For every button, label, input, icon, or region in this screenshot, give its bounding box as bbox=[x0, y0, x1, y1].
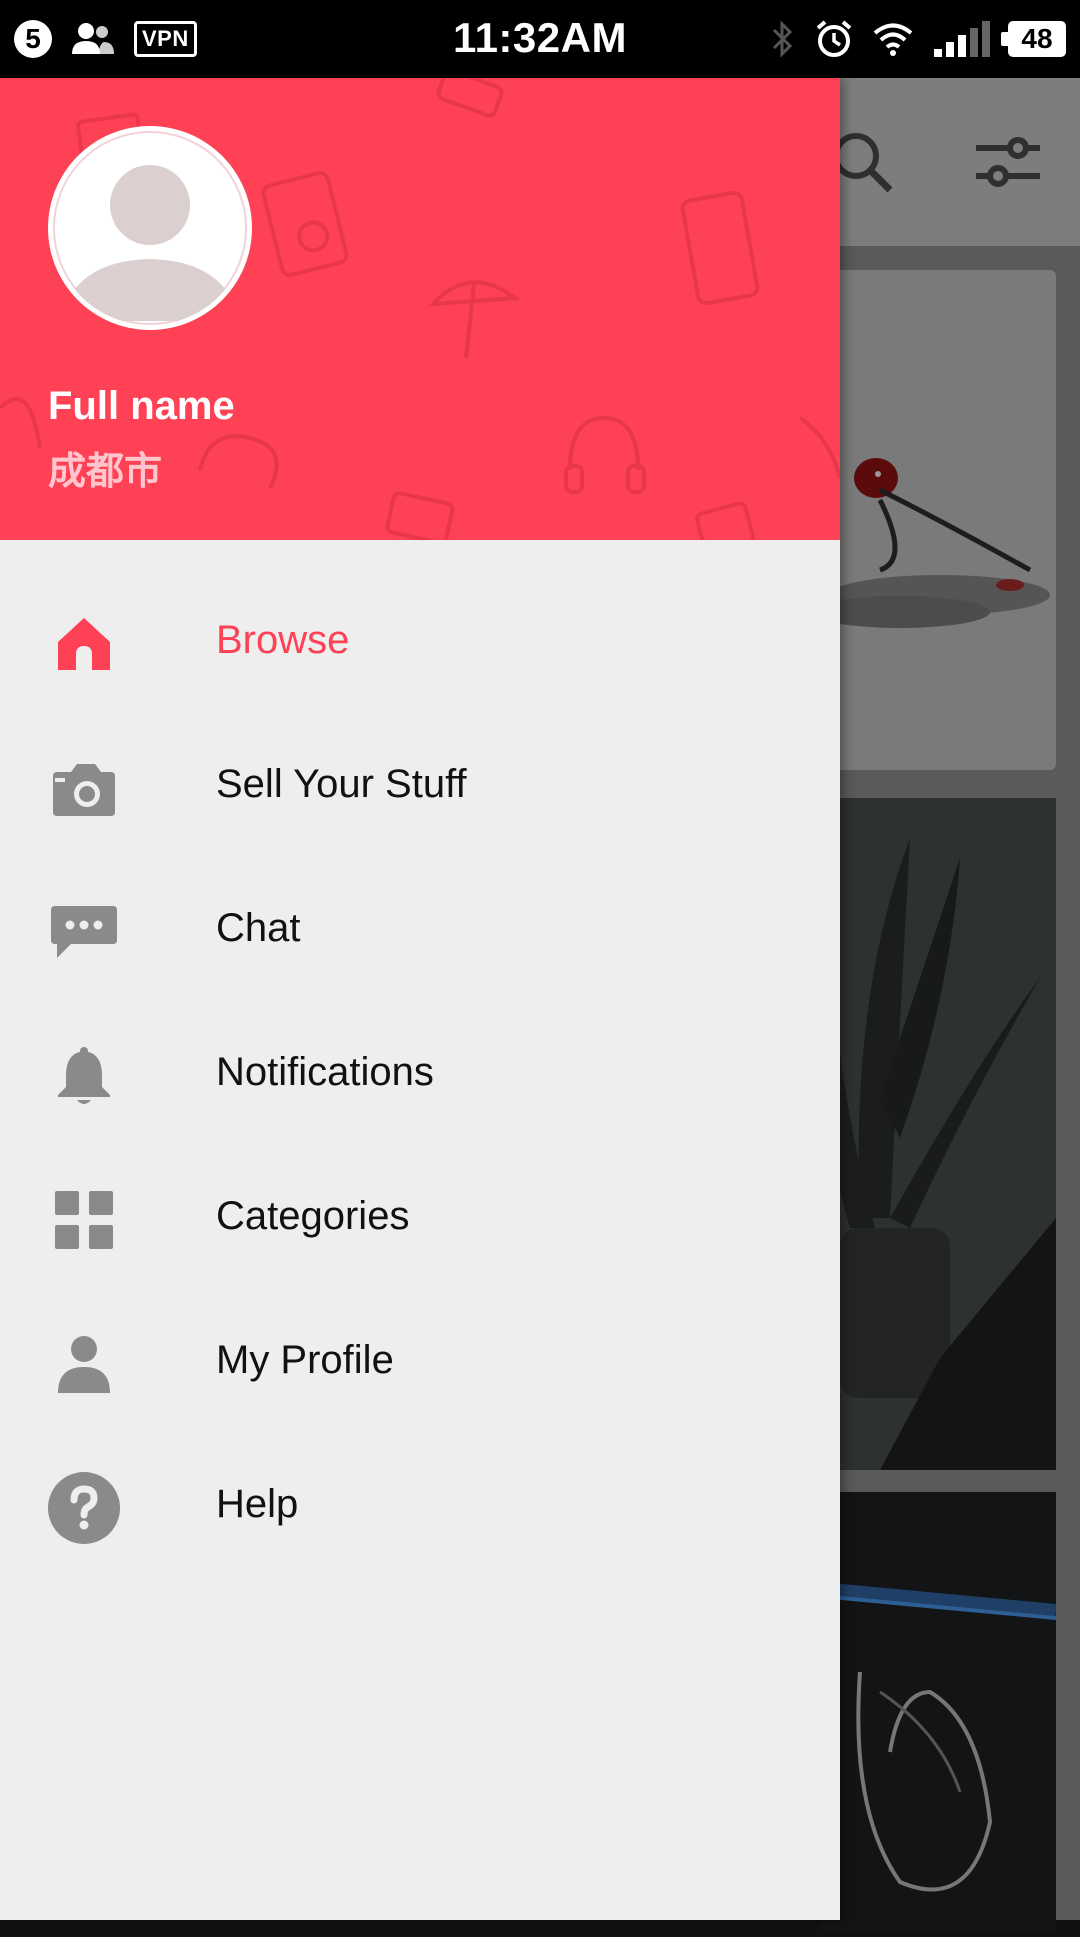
navigation-drawer: Full name 成都市 Browse Sell Your Stuff Cha… bbox=[0, 78, 840, 1920]
bell-icon bbox=[48, 1046, 120, 1106]
bluetooth-icon bbox=[772, 20, 793, 58]
home-icon bbox=[48, 614, 120, 674]
menu-item-browse[interactable]: Browse bbox=[0, 572, 840, 716]
user-city: 成都市 bbox=[48, 451, 163, 493]
user-avatar[interactable] bbox=[48, 126, 252, 330]
menu-item-categories[interactable]: Categories bbox=[0, 1148, 840, 1292]
camera-icon bbox=[48, 758, 120, 818]
filter-sliders-icon[interactable] bbox=[968, 122, 1048, 202]
battery-indicator: 48 bbox=[1001, 21, 1066, 57]
wifi-icon bbox=[873, 23, 913, 56]
menu-item-label: My Profile bbox=[216, 1338, 394, 1382]
signal-icon bbox=[934, 21, 990, 57]
chat-icon bbox=[48, 902, 120, 962]
person-icon bbox=[48, 1334, 120, 1394]
listing-card[interactable] bbox=[810, 270, 1056, 770]
grid-icon bbox=[48, 1190, 120, 1250]
menu-item-label: Browse bbox=[216, 618, 350, 662]
menu-item-my-profile[interactable]: My Profile bbox=[0, 1292, 840, 1436]
status-bar-right: 48 bbox=[770, 16, 1066, 62]
drawer-header: Full name 成都市 bbox=[0, 78, 840, 540]
listing-image bbox=[810, 458, 1050, 628]
listing-card[interactable] bbox=[820, 798, 1056, 1470]
menu-item-label: Help bbox=[216, 1482, 299, 1526]
menu-item-notifications[interactable]: Notifications bbox=[0, 1004, 840, 1148]
listing-image bbox=[819, 1492, 1057, 1932]
drawer-menu: Browse Sell Your Stuff Chat Notification… bbox=[0, 572, 840, 1580]
menu-item-sell-your-stuff[interactable]: Sell Your Stuff bbox=[0, 716, 840, 860]
menu-item-chat[interactable]: Chat bbox=[0, 860, 840, 1004]
status-bar: 5 VPN 11:32AM 48 bbox=[0, 0, 1080, 78]
user-full-name: Full name bbox=[48, 384, 235, 428]
listing-card[interactable] bbox=[819, 1492, 1057, 1932]
menu-item-label: Categories bbox=[216, 1194, 410, 1238]
menu-item-label: Sell Your Stuff bbox=[216, 762, 467, 806]
menu-item-help[interactable]: Help bbox=[0, 1436, 840, 1580]
menu-item-label: Chat bbox=[216, 906, 301, 950]
menu-item-label: Notifications bbox=[216, 1050, 434, 1094]
help-icon bbox=[48, 1472, 120, 1544]
listing-image bbox=[820, 798, 1056, 1470]
alarm-icon bbox=[816, 20, 852, 57]
avatar-placeholder-icon bbox=[53, 131, 247, 325]
